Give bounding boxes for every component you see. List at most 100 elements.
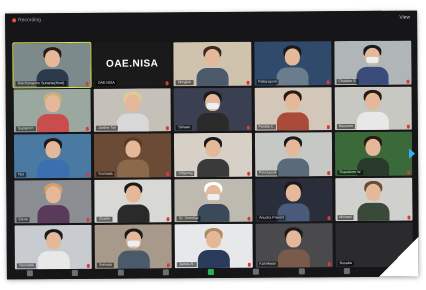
participant-name: Ratchanaporn Sunanta(Host) xyxy=(15,80,67,86)
page-curl xyxy=(378,236,419,277)
participant-tile[interactable]: Panida K. xyxy=(254,86,332,131)
participant-tile[interactable]: OAE.NISA OAE.NISA xyxy=(93,42,171,87)
participant-tile[interactable]: Nongluk xyxy=(173,41,252,86)
muted-mic-icon xyxy=(406,124,410,129)
participant-tile[interactable]: Kittipong xyxy=(174,132,252,178)
participant-tile[interactable]: Ratchanaporn Sunanta(Host) xyxy=(12,41,92,88)
record-icon[interactable] xyxy=(298,268,305,275)
participant-name: Suchada xyxy=(96,171,115,177)
meeting-toolbar xyxy=(7,265,419,280)
record-dot-icon xyxy=(12,17,17,22)
participant-name: Pattaraporn xyxy=(256,79,279,85)
view-button[interactable]: View xyxy=(399,14,410,20)
gallery-grid: Ratchanaporn Sunanta(Host) OAE.NISA OAE.NI… xyxy=(12,40,413,270)
participant-video xyxy=(195,45,229,86)
participant-tile[interactable]: Kanokwan xyxy=(255,223,333,268)
participant-tile[interactable]: Suchada xyxy=(94,133,172,178)
participant-video xyxy=(356,44,390,85)
recording-indicator: Recording xyxy=(12,17,41,23)
muted-mic-icon xyxy=(246,125,250,130)
participant-tile[interactable]: Thanakorn W. xyxy=(334,131,413,176)
participant-video xyxy=(276,90,310,131)
participant-name: Justine Tan xyxy=(96,125,119,131)
face-mask xyxy=(206,103,219,110)
participant-tile[interactable]: Elena xyxy=(14,179,92,224)
participant-name: Siriwan xyxy=(176,125,193,131)
organization-logo-text: OAE.NISA xyxy=(106,58,159,71)
muted-mic-icon xyxy=(247,217,251,222)
participant-name: Michael xyxy=(337,215,354,221)
participant-name: Nut xyxy=(16,172,26,178)
next-page-arrow-icon[interactable] xyxy=(409,148,416,159)
participant-name: Thanakorn W. xyxy=(336,169,364,175)
participant-video xyxy=(36,183,70,224)
participant-tile[interactable]: Michael xyxy=(335,177,413,222)
participant-video xyxy=(196,136,230,177)
participant-tile[interactable]: Pattaraporn xyxy=(253,41,332,86)
participant-tile[interactable]: Yaowalak xyxy=(14,225,93,270)
share-screen-icon[interactable] xyxy=(207,268,214,276)
participant-video xyxy=(196,182,230,223)
muted-mic-icon xyxy=(406,79,410,84)
participant-name: Nongluk xyxy=(175,79,194,85)
participant-tile[interactable]: Charlie xyxy=(94,179,172,224)
participant-video xyxy=(36,137,70,179)
participant-video xyxy=(196,91,230,132)
participant-video xyxy=(197,227,231,269)
participant-name: Kittipong xyxy=(176,170,195,177)
muted-mic-icon xyxy=(326,125,330,130)
participant-name: Warunee xyxy=(336,124,356,130)
mute-icon[interactable] xyxy=(26,270,33,277)
participant-video xyxy=(115,91,149,132)
reactions-icon[interactable] xyxy=(343,268,350,275)
participant-video xyxy=(116,182,150,224)
muted-mic-icon xyxy=(407,170,411,175)
participant-tile[interactable]: Supaporn xyxy=(13,88,92,133)
participant-name: Anucha Prasert xyxy=(257,215,286,222)
muted-mic-icon xyxy=(246,171,250,176)
participant-name: Dr. Somchai xyxy=(176,216,201,222)
participant-tile[interactable]: Nut xyxy=(13,134,92,179)
participant-tile[interactable]: Anucha Prasert xyxy=(254,177,333,223)
participant-name: OAE.NISA xyxy=(95,80,117,86)
participant-tile[interactable]: Chatdao S. xyxy=(334,40,412,85)
participant-tile[interactable]: Somsak xyxy=(94,224,173,269)
muted-mic-icon xyxy=(246,80,250,85)
participant-video xyxy=(356,89,390,131)
security-icon[interactable] xyxy=(117,269,124,276)
participant-name: Panida K. xyxy=(256,124,277,130)
participant-name: Charlie xyxy=(96,217,113,223)
muted-mic-icon xyxy=(326,170,331,175)
participant-tile[interactable]: Dr. Somchai xyxy=(174,178,253,223)
participant-tile[interactable]: Warunee xyxy=(334,86,412,131)
muted-mic-icon xyxy=(326,79,330,84)
participant-tile[interactable]: Pimchanok xyxy=(254,132,333,177)
participants-icon[interactable] xyxy=(162,269,169,276)
participant-tile[interactable]: James R. xyxy=(174,224,253,269)
muted-mic-icon xyxy=(165,80,169,85)
participant-video xyxy=(116,228,150,269)
participant-video xyxy=(277,227,311,268)
chat-icon[interactable] xyxy=(253,268,260,275)
face-mask xyxy=(366,56,379,63)
participant-name: Pimchanok xyxy=(256,170,279,176)
face-mask xyxy=(207,194,220,201)
participant-video xyxy=(36,229,70,270)
participant-video xyxy=(275,44,309,86)
participant-tile[interactable]: Siriwan xyxy=(173,87,252,132)
participant-video xyxy=(357,181,391,222)
participant-name: Chatdao S. xyxy=(336,78,359,84)
meeting-top-bar: Recording View xyxy=(5,11,417,27)
participant-video xyxy=(35,92,69,133)
participant-name: Supaporn xyxy=(15,126,36,132)
photo-frame: Recording View Ratchanaporn Sunanta(Host… xyxy=(5,10,419,280)
face-mask xyxy=(127,240,140,247)
video-icon[interactable] xyxy=(72,269,79,276)
zoom-meeting-window: Recording View Ratchanaporn Sunanta(Host… xyxy=(5,10,419,280)
participant-tile[interactable]: Justine Tan xyxy=(93,87,172,133)
participant-video xyxy=(276,136,310,177)
participant-name: Elena xyxy=(16,217,30,223)
participant-video xyxy=(116,137,150,178)
muted-mic-icon xyxy=(85,81,89,86)
muted-mic-icon xyxy=(86,172,90,177)
